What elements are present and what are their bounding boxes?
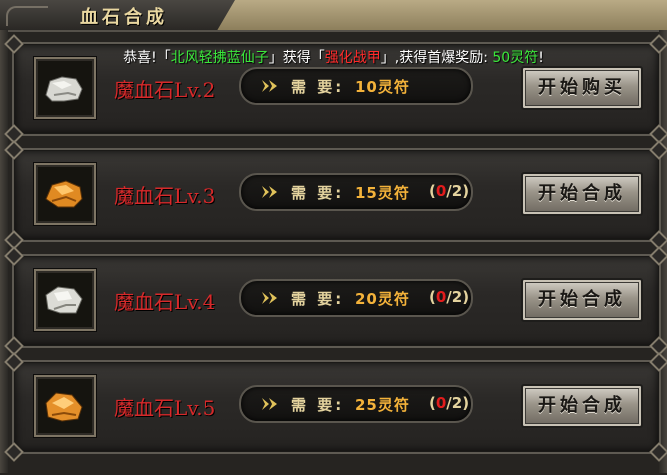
title-plate: 血石合成 [0, 0, 235, 32]
notice-mid1: 」获得「 [268, 50, 325, 66]
progress-close: /2) [446, 394, 470, 412]
white-stone-icon [45, 286, 83, 314]
white-stone-icon [45, 76, 83, 102]
requirement-amount: 10灵符 [355, 78, 410, 96]
stone-slot[interactable] [34, 269, 96, 331]
progress-open: ( [429, 182, 436, 200]
stone-name: 魔血石Lv.5 [114, 396, 216, 420]
notice-prefix: 恭喜!「 [123, 50, 171, 66]
stone-name: 魔血石Lv.3 [114, 184, 216, 208]
stone-name: 魔血石Lv.2 [114, 78, 216, 102]
progress-close: /2) [446, 182, 470, 200]
double-arrow-icon [262, 292, 277, 304]
requirement-amount: 20灵符 [355, 290, 410, 308]
notice-item-name: 强化战甲 [324, 50, 381, 66]
stone-slot[interactable] [34, 375, 96, 437]
broadcast-notice: 恭喜!「北风轻拂蓝仙子」获得「强化战甲」,获得首爆奖励: 50灵符! [0, 44, 667, 72]
stone-row: 魔血石Lv.5 需 要: 25灵符 (0/2) 开始合成 [4, 352, 667, 462]
stone-row: 魔血石Lv.3 需 要: 15灵符 (0/2) 开始合成 [4, 140, 667, 250]
requirement-label: 需 要: [291, 290, 345, 308]
notice-reward: 50灵符 [492, 50, 539, 66]
orange-stone-icon [45, 392, 83, 422]
requirement-progress: (0/2) [429, 182, 469, 200]
orange-stone-icon [45, 180, 83, 208]
progress-open: ( [429, 288, 436, 306]
requirement-pill: 需 要: 10灵符 [239, 67, 473, 105]
stone-slot[interactable] [34, 163, 96, 225]
stone-row: 魔血石Lv.4 需 要: 20灵符 (0/2) 开始合成 [4, 246, 667, 356]
double-arrow-icon [262, 80, 277, 92]
notice-mid2: 」,获得首爆奖励: [380, 50, 493, 66]
start-synthesis-button[interactable]: 开始合成 [521, 384, 643, 428]
double-arrow-icon [262, 186, 277, 198]
requirement-pill: 需 要: 20灵符 (0/2) [239, 279, 473, 317]
requirement-amount: 25灵符 [355, 396, 410, 414]
start-purchase-button[interactable]: 开始购买 [521, 66, 643, 110]
notice-suffix: ! [538, 50, 544, 66]
requirement-progress: (0/2) [429, 394, 469, 412]
progress-have: 0 [435, 394, 447, 412]
start-synthesis-button[interactable]: 开始合成 [521, 278, 643, 322]
requirement-amount: 15灵符 [355, 184, 410, 202]
requirement-label: 需 要: [291, 184, 345, 202]
requirement-pill: 需 要: 15灵符 (0/2) [239, 173, 473, 211]
requirement-label: 需 要: [291, 78, 345, 96]
stone-name: 魔血石Lv.4 [114, 290, 216, 314]
corner-ornament [6, 6, 48, 26]
progress-have: 0 [435, 182, 447, 200]
requirement-progress: (0/2) [429, 288, 469, 306]
progress-close: /2) [446, 288, 470, 306]
requirement-pill: 需 要: 25灵符 (0/2) [239, 385, 473, 423]
double-arrow-icon [262, 398, 277, 410]
window-title: 血石合成 [80, 7, 168, 28]
notice-player-name: 北风轻拂蓝仙子 [170, 50, 269, 66]
start-synthesis-button[interactable]: 开始合成 [521, 172, 643, 216]
progress-have: 0 [435, 288, 447, 306]
requirement-label: 需 要: [291, 396, 345, 414]
progress-open: ( [429, 394, 436, 412]
